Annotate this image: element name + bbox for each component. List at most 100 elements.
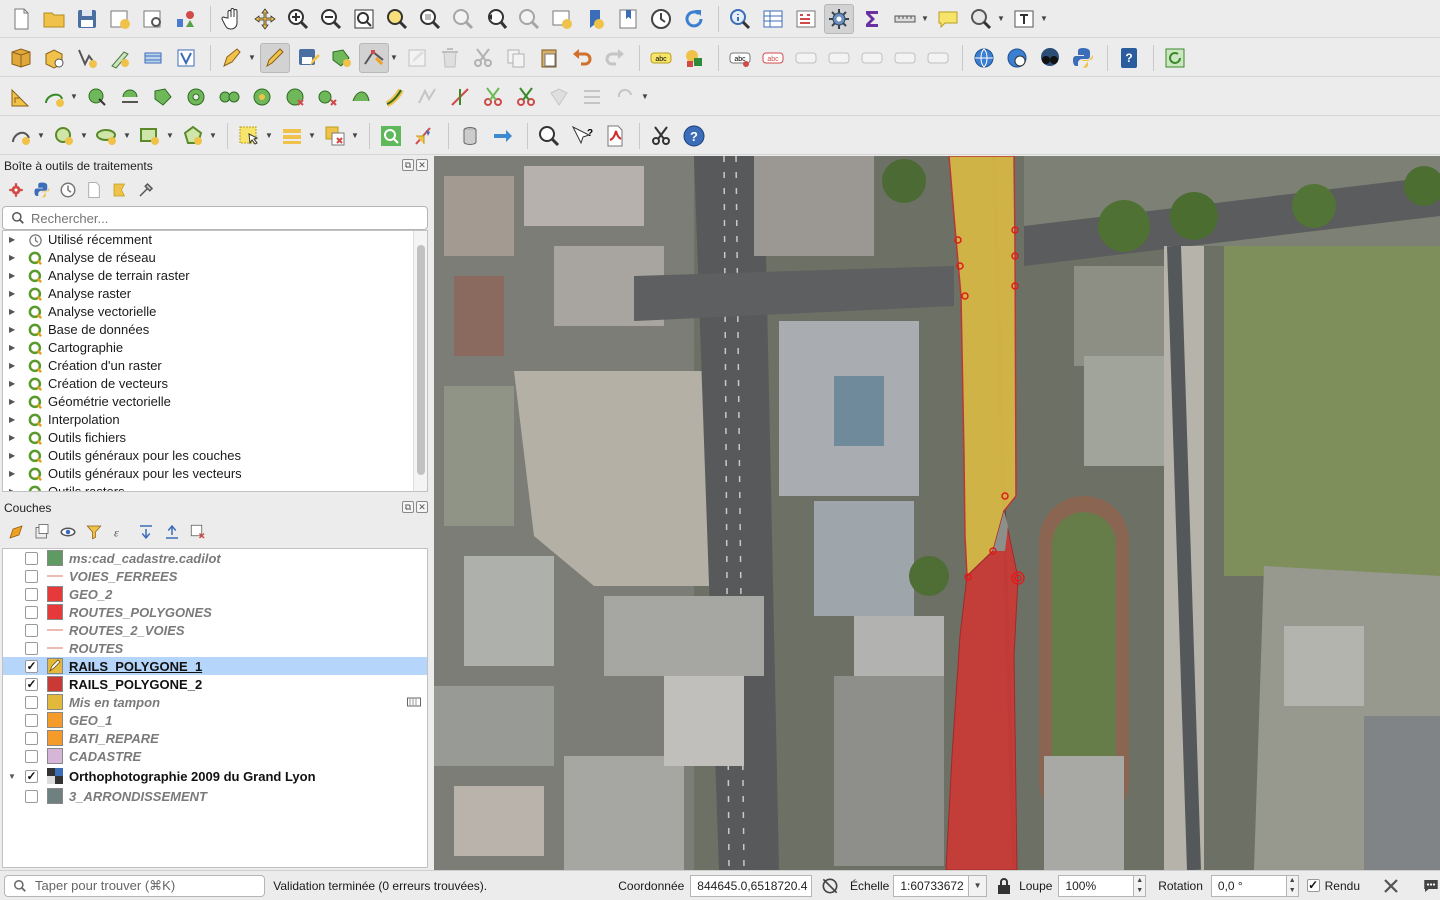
log-messages-icon[interactable] bbox=[1422, 877, 1440, 895]
add-group-icon[interactable] bbox=[32, 522, 52, 542]
undo-icon[interactable] bbox=[567, 43, 597, 73]
layer-visibility-checkbox[interactable] bbox=[25, 641, 38, 655]
messages-close-icon[interactable] bbox=[1382, 877, 1400, 895]
select-by-value-dropdown-icon[interactable]: ▼ bbox=[308, 131, 316, 140]
new-map-view-icon[interactable] bbox=[547, 4, 577, 34]
merge-features-icon[interactable] bbox=[544, 82, 574, 112]
layer-item[interactable]: ✓ RAILS_POLYGONE_1 bbox=[3, 657, 427, 675]
layer-labeling-options-icon[interactable]: abc bbox=[646, 43, 676, 73]
expand-arrow-icon[interactable]: ▶ bbox=[9, 465, 19, 483]
refresh-icon[interactable] bbox=[679, 4, 709, 34]
processing-search-input[interactable] bbox=[31, 210, 411, 226]
pin-unpin-labels-icon[interactable]: abc bbox=[758, 43, 788, 73]
expand-arrow-icon[interactable]: ▶ bbox=[9, 249, 19, 267]
expand-arrow-icon[interactable]: ▶ bbox=[9, 285, 19, 303]
layer-item[interactable]: VOIES_FERREES bbox=[3, 567, 427, 585]
open-project-icon[interactable] bbox=[39, 4, 69, 34]
style-manager-icon[interactable] bbox=[171, 4, 201, 34]
add-polygon-feature-icon[interactable] bbox=[326, 43, 356, 73]
expand-arrow-icon[interactable]: ▶ bbox=[9, 357, 19, 375]
processing-group-item[interactable]: ▶ Outils généraux pour les couches bbox=[3, 447, 427, 465]
annotation-dropdown-icon[interactable]: ▼ bbox=[1040, 14, 1048, 23]
map-tips-icon[interactable] bbox=[933, 4, 963, 34]
expand-arrow-icon[interactable]: ▶ bbox=[9, 339, 19, 357]
models-gear-icon[interactable] bbox=[6, 180, 26, 200]
vertex-tool-dropdown-icon[interactable]: ▼ bbox=[390, 53, 398, 62]
simplify-feature-icon[interactable] bbox=[148, 82, 178, 112]
split-features-icon[interactable] bbox=[478, 82, 508, 112]
add-ring-icon[interactable] bbox=[181, 82, 211, 112]
rotation-spinner[interactable]: ▲ ▼ bbox=[1286, 874, 1299, 897]
processing-group-item[interactable]: ▶ Outils rasters bbox=[3, 483, 427, 491]
zoom-last-icon[interactable] bbox=[481, 4, 511, 34]
measure-dropdown-icon[interactable]: ▼ bbox=[921, 14, 929, 23]
layer-visibility-checkbox[interactable] bbox=[25, 789, 38, 803]
new-project-icon[interactable] bbox=[6, 4, 36, 34]
processing-group-item[interactable]: ▶ Création de vecteurs bbox=[3, 375, 427, 393]
zoom-to-layer-icon[interactable] bbox=[415, 4, 445, 34]
magnifier-field[interactable]: 100% bbox=[1058, 874, 1135, 897]
layer-visibility-checkbox[interactable]: ✓ bbox=[25, 769, 38, 783]
map-canvas[interactable] bbox=[434, 156, 1440, 870]
modify-attributes-icon[interactable] bbox=[402, 43, 432, 73]
rotate-label-icon[interactable] bbox=[857, 43, 887, 73]
layer-item[interactable]: CADASTRE bbox=[3, 747, 427, 765]
rotation-field[interactable]: 0,0 ° bbox=[1210, 874, 1287, 897]
add-regular-polygon-icon[interactable] bbox=[178, 121, 208, 151]
rotate-point-symbols-icon[interactable] bbox=[610, 82, 640, 112]
rotate-feature-icon[interactable] bbox=[115, 82, 145, 112]
polygon-dropdown-icon[interactable]: ▼ bbox=[209, 131, 217, 140]
layer-visibility-checkbox[interactable] bbox=[25, 587, 38, 601]
new-shapefile-layer-icon[interactable] bbox=[72, 43, 102, 73]
processing-group-item[interactable]: ▶ Création d'un raster bbox=[3, 357, 427, 375]
processing-options-icon[interactable] bbox=[136, 180, 156, 200]
expand-arrow-icon[interactable]: ▶ bbox=[9, 303, 19, 321]
paste-features-icon[interactable] bbox=[534, 43, 564, 73]
data-source-manager-icon[interactable] bbox=[6, 43, 36, 73]
scissors-tool-icon[interactable] bbox=[646, 121, 676, 151]
scale-field[interactable]: 1:60733672 bbox=[893, 874, 970, 897]
db-manager-icon[interactable] bbox=[455, 121, 485, 151]
zoom-layer-search-icon[interactable] bbox=[376, 121, 406, 151]
toggle-extent-icon[interactable] bbox=[820, 876, 840, 896]
circle-dropdown-icon[interactable]: ▼ bbox=[80, 131, 88, 140]
trim-extend-icon[interactable] bbox=[445, 82, 475, 112]
delete-selected-icon[interactable] bbox=[435, 43, 465, 73]
run-feature-action-icon[interactable] bbox=[488, 121, 518, 151]
deselect-features-icon[interactable] bbox=[320, 121, 350, 151]
zoom-to-selection-icon[interactable] bbox=[382, 4, 412, 34]
zoom-in-icon[interactable] bbox=[283, 4, 313, 34]
cut-features-icon[interactable] bbox=[468, 43, 498, 73]
new-scratch-layer-icon[interactable] bbox=[105, 43, 135, 73]
processing-group-item[interactable]: ▶ Interpolation bbox=[3, 411, 427, 429]
expand-arrow-icon[interactable]: ▶ bbox=[9, 375, 19, 393]
zoom-native-resolution-icon[interactable] bbox=[448, 4, 478, 34]
fill-ring-icon[interactable] bbox=[247, 82, 277, 112]
copy-features-icon[interactable] bbox=[501, 43, 531, 73]
processing-group-item[interactable]: ▶ Analyse vectorielle bbox=[3, 303, 427, 321]
filter-legend-expression-icon[interactable]: ε bbox=[110, 522, 130, 542]
processing-group-item[interactable]: ▶ Outils généraux pour les vecteurs bbox=[3, 465, 427, 483]
show-bookmarks-icon[interactable] bbox=[613, 4, 643, 34]
manage-map-themes-icon[interactable] bbox=[58, 522, 78, 542]
select-features-icon[interactable] bbox=[234, 121, 264, 151]
add-circular-string-icon[interactable] bbox=[39, 82, 69, 112]
plugin-reloader-icon[interactable] bbox=[1160, 43, 1190, 73]
python-console-icon[interactable] bbox=[1068, 43, 1098, 73]
layer-diagram-options-icon[interactable] bbox=[679, 43, 709, 73]
expand-arrow-icon[interactable]: ▶ bbox=[9, 429, 19, 447]
locator-search[interactable]: Taper pour trouver (⌘K) bbox=[4, 874, 266, 897]
rotate-dropdown-icon[interactable]: ▼ bbox=[641, 92, 649, 101]
zoom-full-icon[interactable] bbox=[349, 4, 379, 34]
select-dropdown-icon[interactable]: ▼ bbox=[997, 14, 1005, 23]
processing-group-item[interactable]: ▶ Base de données bbox=[3, 321, 427, 339]
redo-icon[interactable] bbox=[600, 43, 630, 73]
open-layer-styling-icon[interactable] bbox=[6, 522, 26, 542]
expand-arrow-icon[interactable]: ▶ bbox=[9, 321, 19, 339]
expand-arrow-icon[interactable]: ▶ bbox=[9, 231, 19, 249]
change-label-icon[interactable] bbox=[890, 43, 920, 73]
statistical-summary-icon[interactable] bbox=[857, 4, 887, 34]
float-panel-icon[interactable]: ⧉ bbox=[402, 159, 414, 171]
layer-item[interactable]: ROUTES bbox=[3, 639, 427, 657]
layer-visibility-checkbox[interactable]: ✓ bbox=[25, 659, 38, 673]
